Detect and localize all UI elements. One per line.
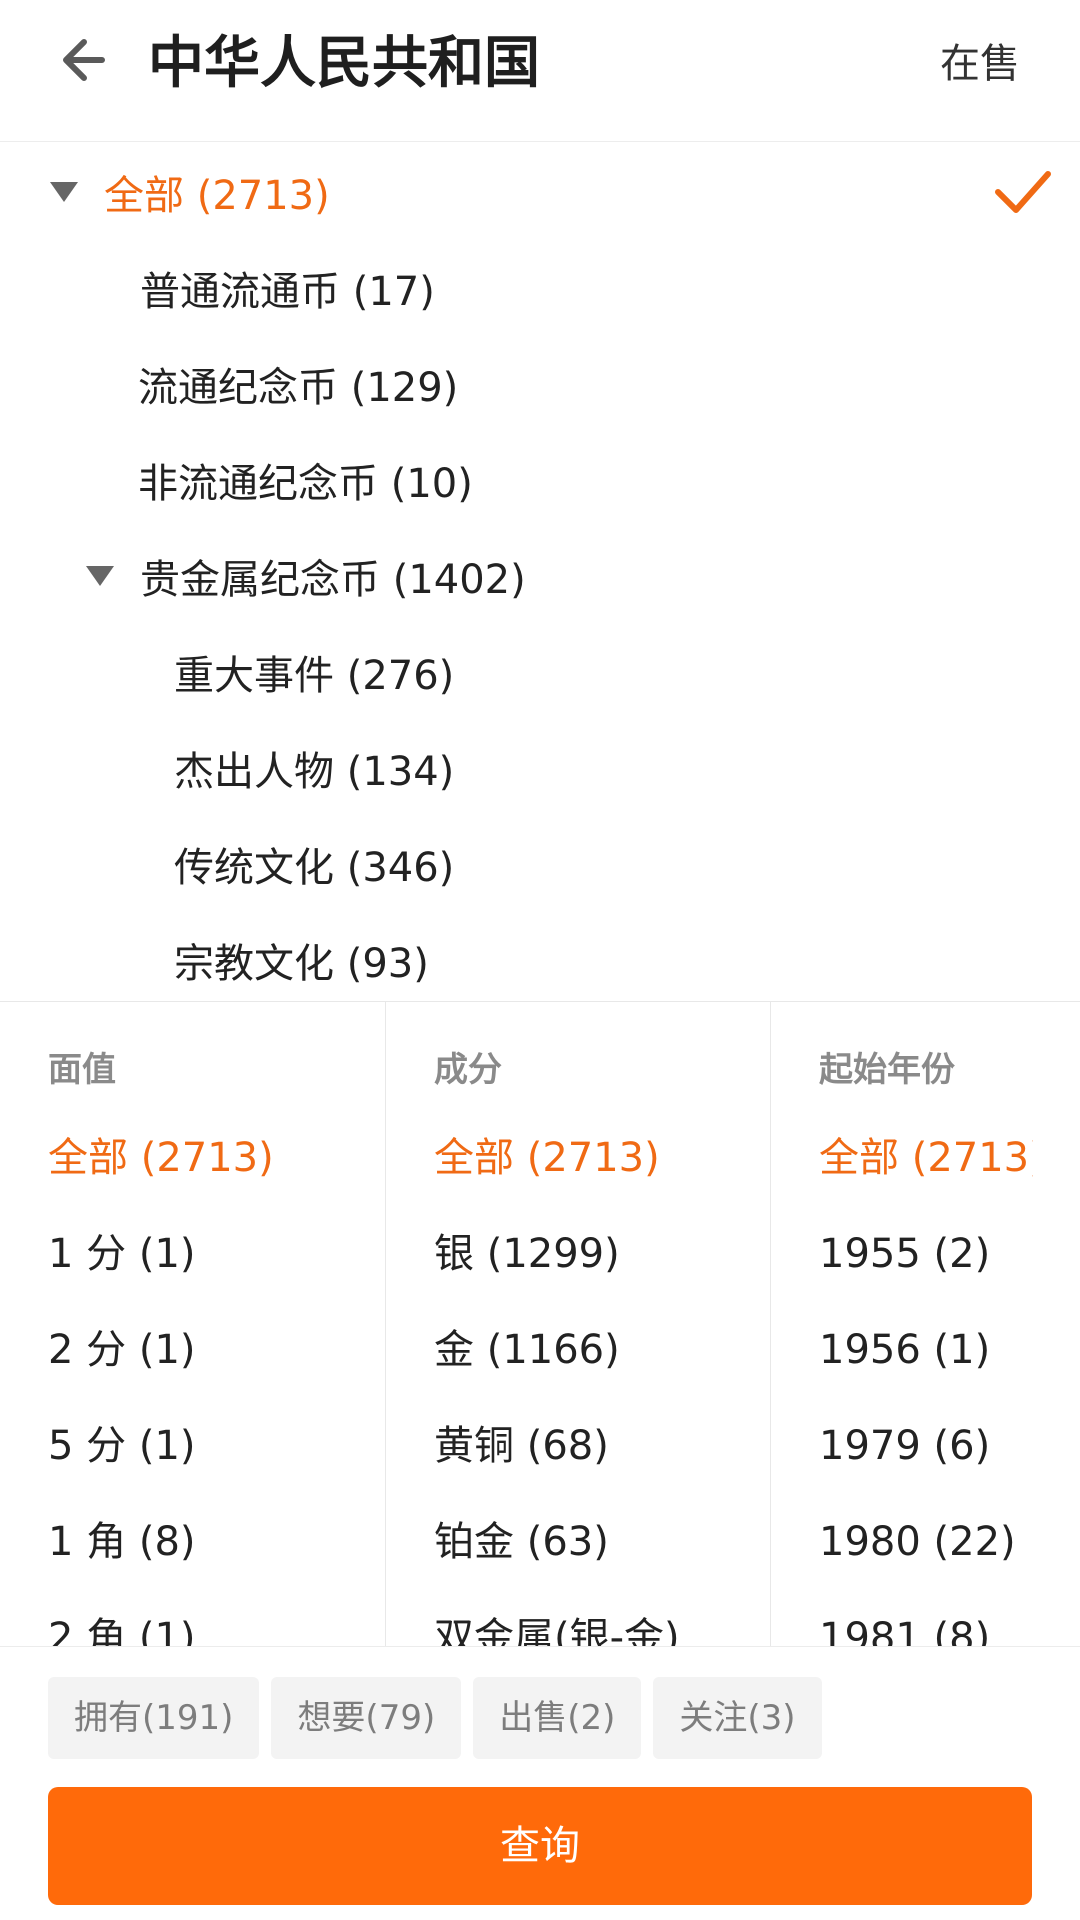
filter-option[interactable]: 1980 (22) [819, 1512, 1016, 1572]
filter-option[interactable]: 铂金 (63) [434, 1512, 609, 1572]
tree-item-religious-culture[interactable]: 宗教文化 (93) [0, 912, 1080, 1000]
tree-item-all[interactable]: 全部 (2713) [0, 144, 1080, 240]
filter-option[interactable]: 1956 (1) [819, 1320, 990, 1380]
checkmark-icon [994, 164, 1052, 220]
tag-for-sale[interactable]: 出售(2) [473, 1677, 642, 1759]
filter-option[interactable]: 1 分 (1) [48, 1224, 196, 1284]
caret-down-icon [50, 182, 78, 202]
tag-following[interactable]: 关注(3) [653, 1677, 822, 1759]
tree-item-non-circulating-commemorative[interactable]: 非流通纪念币 (10) [0, 432, 1080, 528]
filter-option[interactable]: 1979 (6) [819, 1416, 990, 1476]
app-root: 中华人民共和国 在售 全部 (2713) 普通流通币 (17) 流通纪念币 (1… [0, 0, 1080, 1920]
page-title: 中华人民共和国 [148, 31, 540, 96]
filter-option[interactable]: 全部 (2713) [48, 1128, 274, 1188]
tree-item-label: 非流通纪念币 (10) [138, 461, 473, 507]
filter-option[interactable]: 全部 (2713) [819, 1128, 1033, 1188]
tree-item-label: 传统文化 (346) [174, 845, 455, 891]
arrow-left-icon [63, 39, 105, 81]
filter-option[interactable]: 黄铜 (68) [434, 1416, 609, 1476]
back-button[interactable] [54, 30, 114, 90]
tag-owned[interactable]: 拥有(191) [48, 1677, 260, 1759]
filter-column-material[interactable]: 成分 全部 (2713) 银 (1299) 金 (1166) 黄铜 (68) 铂… [386, 1002, 770, 1646]
tree-item-outstanding-figures[interactable]: 杰出人物 (134) [0, 720, 1080, 816]
status-tags: 拥有(191) 想要(79) 出售(2) 关注(3) [48, 1677, 834, 1759]
tree-item-circulation[interactable]: 普通流通币 (17) [0, 240, 1080, 336]
filter-option[interactable]: 全部 (2713) [434, 1128, 660, 1188]
filter-column-denomination[interactable]: 面值 全部 (2713) 1 分 (1) 2 分 (1) 5 分 (1) 1 角… [0, 1002, 385, 1646]
tree-item-circulating-commemorative[interactable]: 流通纪念币 (129) [0, 336, 1080, 432]
tree-item-traditional-culture[interactable]: 传统文化 (346) [0, 816, 1080, 912]
tree-item-label: 重大事件 (276) [174, 653, 455, 699]
bottom-panel: 拥有(191) 想要(79) 出售(2) 关注(3) 查询 [0, 1646, 1080, 1920]
column-header: 起始年份 [819, 1050, 955, 1090]
query-button[interactable]: 查询 [48, 1787, 1032, 1905]
category-tree: 全部 (2713) 普通流通币 (17) 流通纪念币 (129) 非流通纪念币 … [0, 144, 1080, 1000]
filter-column-start-year[interactable]: 起始年份 全部 (2713) 1955 (2) 1956 (1) 1979 (6… [771, 1002, 1033, 1646]
filter-option[interactable]: 银 (1299) [434, 1224, 620, 1284]
tree-item-label: 杰出人物 (134) [174, 749, 455, 795]
column-header: 成分 [434, 1050, 502, 1090]
tree-item-label: 流通纪念币 (129) [138, 365, 459, 411]
filter-option[interactable]: 5 分 (1) [48, 1416, 196, 1476]
filter-option[interactable]: 1981 (8) [819, 1608, 990, 1646]
tree-item-label: 宗教文化 (93) [174, 941, 429, 987]
tree-item-major-events[interactable]: 重大事件 (276) [0, 624, 1080, 720]
tag-wanted[interactable]: 想要(79) [271, 1677, 462, 1759]
tree-item-label: 普通流通币 (17) [140, 269, 435, 315]
column-header: 面值 [48, 1050, 116, 1090]
filter-option[interactable]: 金 (1166) [434, 1320, 620, 1380]
top-bar: 中华人民共和国 在售 [0, 0, 1080, 142]
filter-option[interactable]: 1955 (2) [819, 1224, 990, 1284]
filter-columns: 面值 全部 (2713) 1 分 (1) 2 分 (1) 5 分 (1) 1 角… [0, 1002, 1080, 1646]
filter-option[interactable]: 1 角 (8) [48, 1512, 196, 1572]
filter-option[interactable]: 2 分 (1) [48, 1320, 196, 1380]
filter-option[interactable]: 双金属(银-金) [434, 1608, 680, 1646]
tree-item-label: 贵金属纪念币 (1402) [140, 557, 526, 603]
on-sale-filter[interactable]: 在售 [940, 34, 1020, 94]
filter-option[interactable]: 2 角 (1) [48, 1608, 196, 1646]
tree-item-precious-metal[interactable]: 贵金属纪念币 (1402) [0, 528, 1080, 624]
tree-item-label: 全部 (2713) [104, 173, 330, 219]
caret-down-icon [86, 566, 114, 586]
